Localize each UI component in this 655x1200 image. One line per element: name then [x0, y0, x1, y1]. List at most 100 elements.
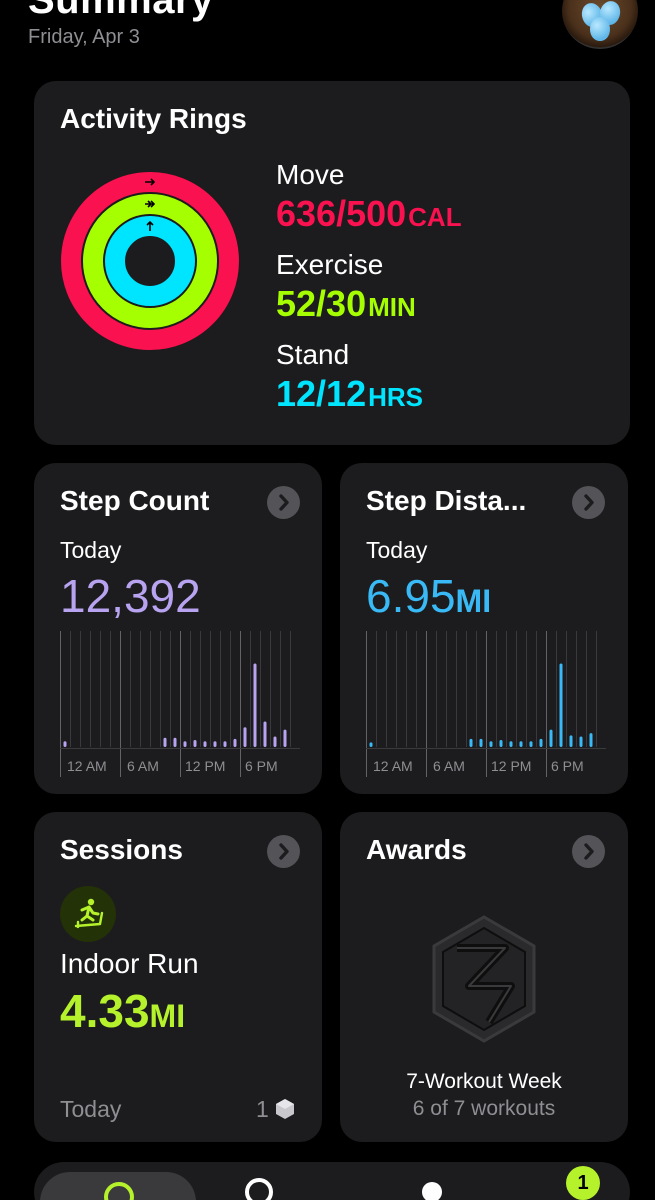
exercise-label: Exercise [276, 249, 384, 280]
sessions-number: 4.33 [60, 985, 150, 1037]
chart-bar [163, 737, 167, 747]
chart-bar [499, 740, 503, 747]
tab-bar: 1 [34, 1162, 630, 1200]
chart-bar [273, 736, 277, 747]
chart-bar [369, 742, 373, 747]
step-distance-axis-3: 6 PM [551, 758, 584, 774]
sessions-unit: MI [149, 998, 186, 1034]
avatar[interactable] [562, 0, 638, 49]
chart-bar [539, 738, 543, 747]
chart-bar [489, 741, 493, 747]
page-title: Summary [28, 0, 214, 22]
hexagon-badge-icon [276, 1099, 295, 1119]
sessions-chevron[interactable] [267, 835, 300, 868]
chart-bar [193, 740, 197, 747]
fitness-plus-icon [245, 1178, 273, 1200]
step-distance-axis-2: 12 PM [491, 758, 532, 774]
chart-bar [223, 741, 227, 747]
step-distance-axis-1: 6 AM [433, 758, 465, 774]
step-distance-unit: MI [455, 583, 492, 619]
chevron-right-icon [584, 843, 594, 860]
step-count-value: 12,392 [60, 570, 201, 622]
sharing-icon [422, 1182, 442, 1200]
move-value-number: 636/500 [276, 193, 407, 234]
page-date: Friday, Apr 3 [28, 26, 140, 48]
sessions-value: 4.33MI [60, 984, 185, 1038]
step-distance-title: Step Dista... [366, 485, 527, 516]
step-distance-value: 6.95MI [366, 569, 491, 623]
chart-bar [283, 729, 287, 747]
chart-bar [569, 735, 573, 747]
chart-bar [479, 738, 483, 747]
step-distance-chevron[interactable] [572, 486, 605, 519]
chevron-right-icon [584, 494, 594, 511]
indoor-run-icon [60, 886, 116, 942]
step-count-chevron[interactable] [267, 486, 300, 519]
chart-bar [509, 741, 513, 747]
step-count-title: Step Count [60, 485, 210, 516]
step-count-axis-3: 6 PM [245, 758, 278, 774]
exercise-unit: MIN [368, 292, 416, 322]
award-badge-icon [432, 915, 536, 1043]
step-distance-number: 6.95 [366, 570, 456, 622]
stand-unit: HRS [368, 382, 423, 412]
awards-title: Awards [366, 834, 467, 865]
chart-bar [203, 741, 207, 747]
award-detail: 6 of 7 workouts [412, 1097, 556, 1120]
chart-bar [579, 736, 583, 747]
chart-bar [213, 741, 217, 747]
step-distance-chart [366, 631, 606, 777]
move-unit: CAL [408, 202, 462, 232]
stand-value: 12/12HRS [276, 373, 423, 415]
step-count-card[interactable]: Step Count Today 12,392 12 AM 6 AM 12 PM… [34, 463, 322, 794]
header: Summary Friday, Apr 3 [28, 0, 214, 49]
rings-icon [104, 1182, 134, 1200]
stand-value-number: 12/12 [276, 373, 367, 414]
step-count-axis-0: 12 AM [67, 758, 107, 774]
step-distance-axis-0: 12 AM [373, 758, 413, 774]
sessions-title: Sessions [60, 834, 183, 865]
sessions-count: 1 [256, 1096, 295, 1123]
chart-bar [63, 741, 67, 747]
chart-bar [559, 663, 563, 747]
chart-bar [263, 721, 267, 747]
chevron-right-icon [279, 494, 289, 511]
sessions-count-number: 1 [256, 1096, 269, 1122]
sessions-workout: Indoor Run [60, 948, 199, 979]
award-name: 7-Workout Week [406, 1070, 562, 1093]
chart-bar [529, 741, 533, 747]
tab-summary[interactable] [40, 1172, 196, 1200]
chart-bar [253, 663, 257, 747]
chevron-right-icon [279, 843, 289, 860]
exercise-value: 52/30MIN [276, 283, 416, 325]
activity-rings-card[interactable]: Activity Rings Move 636/500CAL Exercise … [34, 81, 630, 445]
chart-bar [173, 737, 177, 747]
step-count-chart [60, 631, 300, 777]
chart-bar [183, 741, 187, 747]
step-count-axis-1: 6 AM [127, 758, 159, 774]
tab-sharing[interactable] [414, 1168, 450, 1200]
tab-fitness-plus[interactable] [239, 1168, 279, 1200]
stand-ring [105, 216, 195, 306]
stand-label: Stand [276, 339, 350, 370]
move-label: Move [276, 159, 345, 190]
step-count-axis-2: 12 PM [185, 758, 226, 774]
awards-chevron[interactable] [572, 835, 605, 868]
sessions-card[interactable]: Sessions Indoor Run 4.33MI Today 1 [34, 812, 322, 1142]
activity-rings-title: Activity Rings [60, 103, 247, 134]
step-distance-card[interactable]: Step Dista... Today 6.95MI 12 AM 6 AM 12… [340, 463, 628, 794]
activity-rings [61, 172, 239, 350]
step-distance-period: Today [366, 537, 428, 563]
chart-bar [233, 738, 237, 747]
chart-bar [549, 729, 553, 747]
awards-card[interactable]: Awards 7-Workout Week 6 of 7 workouts [340, 812, 628, 1142]
exercise-value-number: 52/30 [276, 283, 367, 324]
chart-bar [469, 738, 473, 747]
egg-icon [590, 17, 610, 41]
chart-bar [589, 733, 593, 747]
move-value: 636/500CAL [276, 193, 462, 235]
notification-badge: 1 [566, 1166, 600, 1200]
step-count-period: Today [60, 537, 122, 563]
chart-bar [519, 741, 523, 747]
chart-bar [243, 727, 247, 747]
